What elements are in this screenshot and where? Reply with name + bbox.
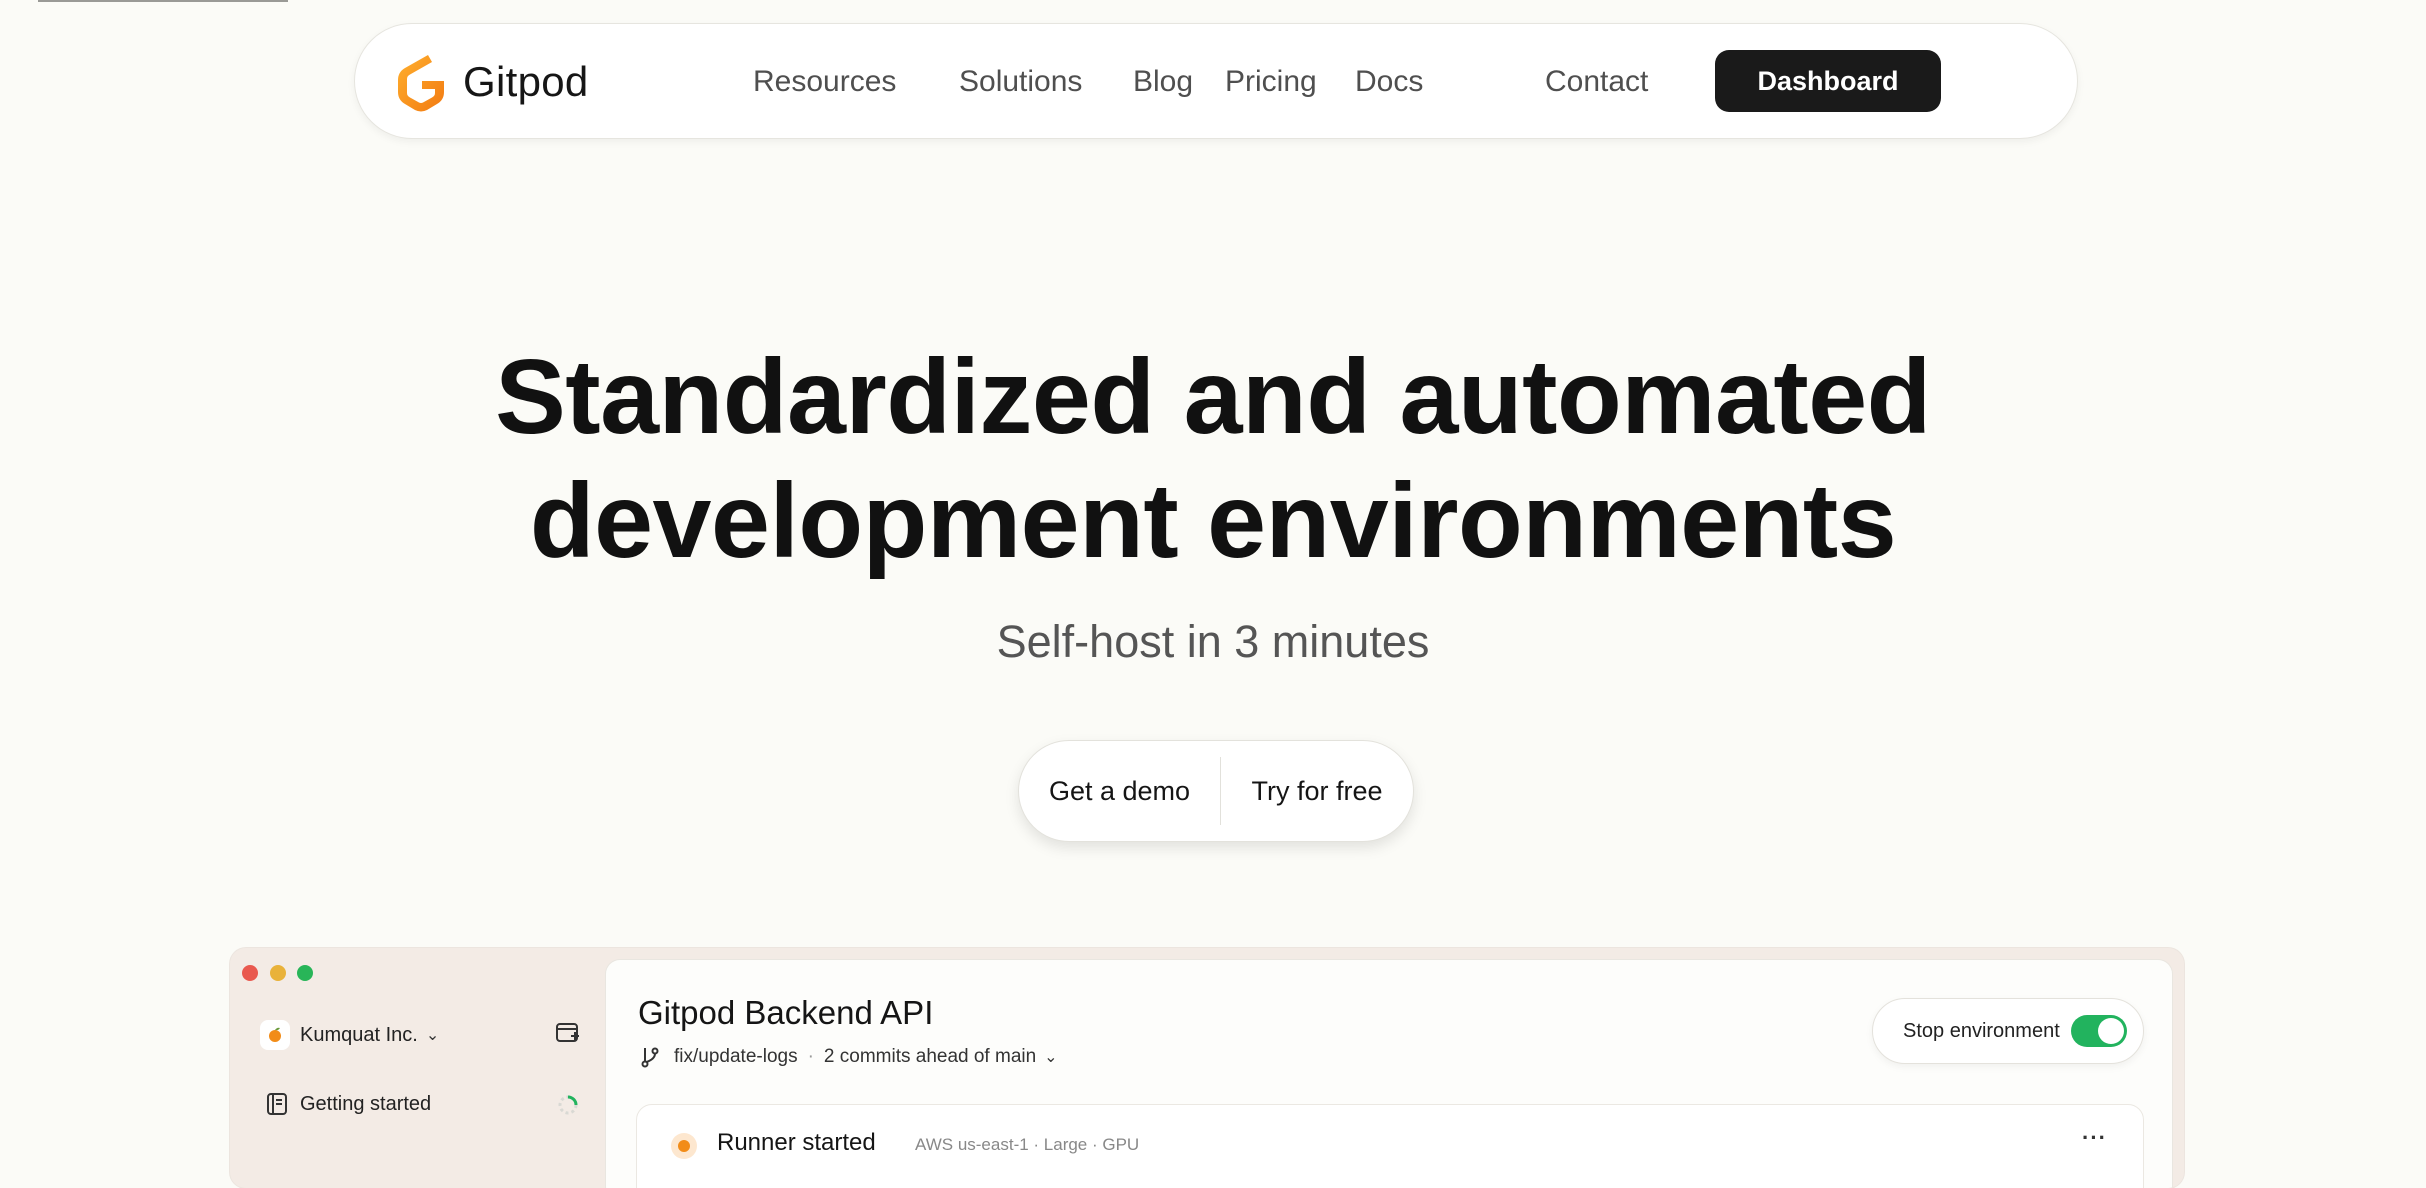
- runner-status-icon: [671, 1133, 697, 1159]
- nav-link-blog[interactable]: Blog: [1133, 62, 1193, 102]
- top-scroll-indicator: [38, 0, 288, 2]
- stop-environment-control[interactable]: Stop environment: [1872, 998, 2144, 1064]
- new-environment-icon[interactable]: [555, 1021, 581, 1047]
- nav-link-contact[interactable]: Contact: [1545, 62, 1648, 102]
- nav-link-solutions[interactable]: Solutions: [959, 62, 1082, 102]
- nav-link-resources[interactable]: Resources: [753, 62, 896, 102]
- gitpod-logo-link[interactable]: Gitpod: [391, 48, 589, 116]
- branch-name[interactable]: fix/update-logs: [674, 1046, 798, 1068]
- hero-title-line-2: development environments: [529, 462, 1897, 580]
- book-icon: [267, 1093, 287, 1115]
- commits-ahead[interactable]: 2 commits ahead of main: [824, 1046, 1036, 1068]
- top-navbar: Gitpod Resources Solutions Blog Pricing …: [354, 23, 2078, 139]
- environment-panel: Gitpod Backend API fix/update-logs · 2 c…: [606, 960, 2172, 1188]
- more-options-icon[interactable]: ···: [2082, 1125, 2107, 1151]
- org-name: Kumquat Inc.: [300, 1023, 418, 1046]
- nav-link-docs[interactable]: Docs: [1355, 62, 1423, 102]
- environment-title: Gitpod Backend API: [638, 994, 934, 1031]
- window-maximize-dot: [297, 965, 313, 981]
- hero-title: Standardized and automated development e…: [0, 335, 2426, 583]
- separator-dot: ·: [807, 1046, 814, 1067]
- org-switcher[interactable]: Kumquat Inc. ⌄: [260, 1020, 439, 1050]
- sidebar-item-label: Getting started: [300, 1092, 432, 1115]
- sidebar-item-getting-started[interactable]: Getting started: [266, 1092, 431, 1116]
- kumquat-avatar-icon: [260, 1020, 290, 1050]
- nav-link-pricing[interactable]: Pricing: [1225, 62, 1317, 102]
- branch-info: fix/update-logs · 2 commits ahead of mai…: [640, 1046, 1058, 1068]
- hero-title-line-1: Standardized and automated: [495, 338, 1931, 456]
- chevron-down-icon: ⌄: [425, 1027, 440, 1044]
- chevron-down-icon[interactable]: ⌄: [1044, 1047, 1057, 1067]
- runner-status-title: Runner started: [717, 1129, 876, 1156]
- dashboard-button[interactable]: Dashboard: [1715, 50, 1941, 112]
- try-free-button[interactable]: Try for free: [1221, 741, 1413, 841]
- app-preview-window: Kumquat Inc. ⌄ Getting started Gitpod Ba…: [230, 948, 2184, 1188]
- progress-spinner-icon: [558, 1095, 578, 1115]
- environment-toggle[interactable]: [2071, 1015, 2127, 1047]
- git-branch-icon: [641, 1047, 659, 1068]
- get-demo-button[interactable]: Get a demo: [1019, 741, 1220, 841]
- hero-cta-group: Get a demo Try for free: [1018, 740, 1414, 842]
- runner-meta: AWS us-east-1 · Large · GPU: [915, 1135, 1140, 1154]
- stop-environment-label: Stop environment: [1903, 1019, 2060, 1042]
- window-minimize-dot: [270, 965, 286, 981]
- gitpod-logo-icon: [398, 55, 444, 112]
- brand-name: Gitpod: [463, 58, 589, 105]
- runner-status-card: Runner started AWS us-east-1 · Large · G…: [636, 1104, 2144, 1188]
- hero-subtitle: Self-host in 3 minutes: [996, 616, 1430, 667]
- window-close-dot: [242, 965, 258, 981]
